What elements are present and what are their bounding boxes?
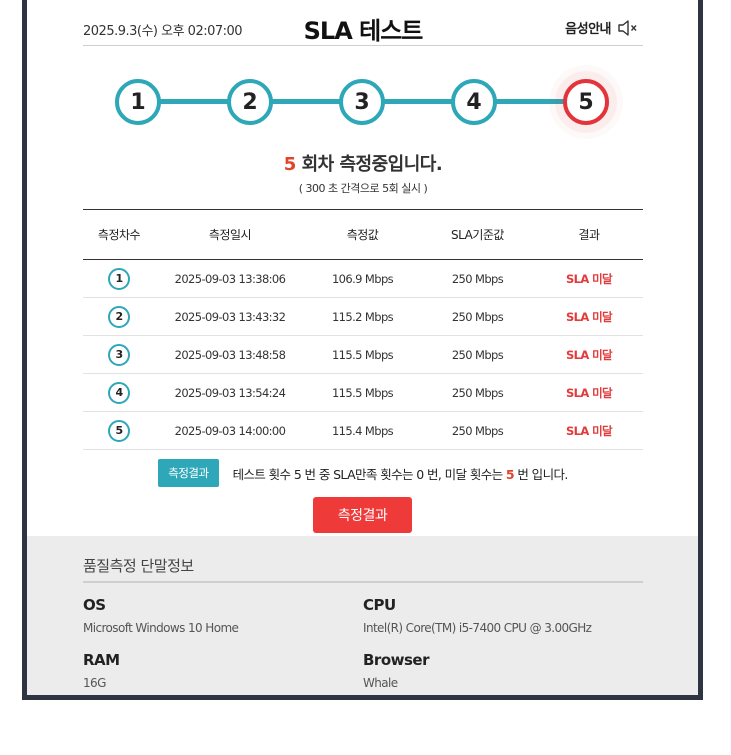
fail-count: 5 (505, 466, 515, 482)
info-ram: RAM 16G (83, 651, 343, 690)
audio-guide-label: 음성안내 (565, 22, 611, 37)
cell-value: 115.2 Mbps (331, 309, 394, 324)
info-browser: Browser Whale (363, 651, 623, 690)
info-key: RAM (83, 651, 120, 669)
page-title: SLA 테스트 (303, 17, 424, 45)
speaker-muted-icon (618, 19, 637, 36)
round-badge: 3 (108, 343, 130, 366)
col-result: 결과 (578, 228, 600, 242)
device-info-title: 품질측정 단말정보 (83, 557, 194, 575)
cell-standard: 250 Mbps (451, 347, 504, 362)
cell-datetime: 2025-09-03 13:43:32 (174, 309, 286, 324)
cell-result: SLA 미달 (565, 423, 613, 438)
info-value: Microsoft Windows 10 Home (83, 621, 239, 635)
divider (83, 581, 643, 583)
cell-result: SLA 미달 (565, 347, 613, 362)
info-value: Whale (363, 676, 398, 690)
cell-datetime: 2025-09-03 14:00:00 (174, 423, 286, 438)
result-tag-button[interactable]: 측정결과 (158, 459, 219, 487)
measurement-status: 5 회차 측정중입니다. (83, 150, 643, 176)
step-3: 3 (339, 79, 385, 125)
interval-note: ( 300 초 간격으로 5회 실시 ) (298, 182, 428, 195)
step-4: 4 (451, 79, 497, 125)
info-value: Intel(R) Core(TM) i5-7400 CPU @ 3.00GHz (363, 621, 592, 635)
table-row: 1 2025-09-03 13:38:06 106.9 Mbps 250 Mbp… (83, 260, 643, 298)
round-badge: 5 (108, 419, 130, 442)
info-key: CPU (363, 596, 396, 614)
table-row: 2 2025-09-03 13:43:32 115.2 Mbps 250 Mbp… (83, 298, 643, 336)
info-value: 16G (83, 676, 106, 690)
view-result-button[interactable]: 측정결과 (313, 497, 412, 533)
col-value: 측정값 (346, 228, 379, 242)
table-row: 4 2025-09-03 13:54:24 115.5 Mbps 250 Mbp… (83, 374, 643, 412)
result-summary: 측정결과 테스트 횟수 5 번 중 SLA만족 횟수는 0 번, 미달 횟수는 … (83, 458, 643, 488)
cell-value: 115.4 Mbps (331, 423, 394, 438)
cell-value: 106.9 Mbps (331, 271, 394, 286)
step-2: 2 (227, 79, 273, 125)
cell-value: 115.5 Mbps (331, 347, 394, 362)
round-badge: 1 (108, 267, 130, 290)
dialog-content: 2025.9.3(수) 오후 02:07:00 SLA 테스트 음성안내 1 2… (27, 0, 698, 695)
cell-value: 115.5 Mbps (331, 385, 394, 400)
current-round: 5 (283, 154, 297, 175)
dialog-frame: 2025.9.3(수) 오후 02:07:00 SLA 테스트 음성안내 1 2… (22, 0, 703, 700)
cell-standard: 250 Mbps (451, 271, 504, 286)
header: 2025.9.3(수) 오후 02:07:00 SLA 테스트 음성안내 (83, 0, 643, 46)
col-standard: SLA기준값 (451, 228, 504, 242)
info-key: OS (83, 596, 106, 614)
step-1: 1 (115, 79, 161, 125)
cell-standard: 250 Mbps (451, 309, 504, 324)
cell-result: SLA 미달 (565, 309, 613, 324)
table-row: 5 2025-09-03 14:00:00 115.4 Mbps 250 Mbp… (83, 412, 643, 450)
results-table: 측정차수 측정일시 측정값 SLA기준값 결과 1 2025-09-03 13:… (83, 209, 643, 450)
status-text: 회차 측정중입니다. (301, 154, 443, 175)
info-key: Browser (363, 651, 430, 669)
table-row: 3 2025-09-03 13:48:58 115.5 Mbps 250 Mbp… (83, 336, 643, 374)
cell-datetime: 2025-09-03 13:38:06 (174, 271, 286, 286)
summary-text-after: 번 입니다. (517, 466, 568, 482)
summary-text-before: 테스트 횟수 5 번 중 SLA만족 횟수는 0 번, 미달 횟수는 (232, 466, 504, 482)
cell-datetime: 2025-09-03 13:48:58 (174, 347, 286, 362)
col-round: 측정차수 (97, 228, 141, 242)
step-5-active: 5 (563, 79, 609, 125)
cell-result: SLA 미달 (565, 385, 613, 400)
step-progress: 1 2 3 4 5 (83, 72, 643, 132)
info-cpu: CPU Intel(R) Core(TM) i5-7400 CPU @ 3.00… (363, 596, 663, 635)
cell-result: SLA 미달 (565, 271, 613, 286)
summary-text: 테스트 횟수 5 번 중 SLA만족 횟수는 0 번, 미달 횟수는 5 번 입… (232, 464, 569, 483)
round-badge: 4 (108, 381, 130, 404)
cell-standard: 250 Mbps (451, 385, 504, 400)
info-os: OS Microsoft Windows 10 Home (83, 596, 343, 635)
cell-standard: 250 Mbps (451, 423, 504, 438)
cell-datetime: 2025-09-03 13:54:24 (174, 385, 286, 400)
col-datetime: 측정일시 (208, 228, 252, 242)
table-header: 측정차수 측정일시 측정값 SLA기준값 결과 (83, 210, 643, 260)
audio-guide-toggle[interactable]: 음성안내 (565, 18, 639, 37)
device-info-panel: 품질측정 단말정보 OS Microsoft Windows 10 Home C… (27, 536, 698, 695)
round-badge: 2 (108, 305, 130, 328)
